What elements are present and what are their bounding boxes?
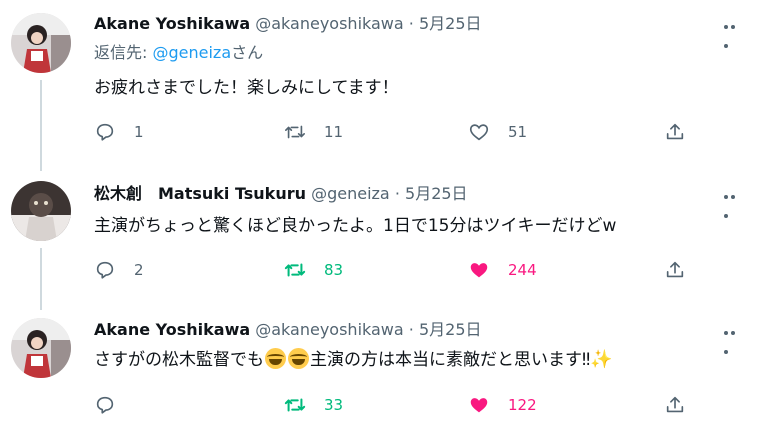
reply-icon [96, 396, 114, 414]
tweet-date[interactable]: 5月25日 [405, 184, 468, 203]
reply-count: 1 [134, 123, 144, 141]
share-button[interactable] [664, 119, 686, 145]
reply-mention-link[interactable]: @geneiza [152, 43, 231, 62]
thread-line [40, 80, 42, 160]
separator-dot: · [408, 320, 414, 339]
like-icon [469, 124, 489, 141]
tweet[interactable]: Akane Yoshikawa @akaneyoshikawa · 5月25日 … [0, 310, 762, 426]
emoji-joy-icon [265, 348, 286, 369]
avatar[interactable] [11, 13, 71, 73]
more-icon[interactable] [722, 186, 742, 218]
share-button[interactable] [664, 257, 686, 283]
like-count: 244 [508, 261, 537, 279]
tweet-actions: 33 122 [94, 392, 694, 418]
retweet-button[interactable]: 83 [284, 257, 343, 283]
like-button[interactable]: 51 [468, 119, 527, 145]
tweet[interactable]: 松木創 Matsuki Tsukuru @geneiza · 5月25日 主演が… [0, 160, 762, 310]
like-button[interactable]: 244 [468, 257, 537, 283]
separator-dot: · [408, 14, 414, 33]
share-icon [666, 123, 684, 140]
display-name[interactable]: Akane Yoshikawa [94, 14, 250, 33]
thread-line [40, 160, 42, 171]
retweet-count: 11 [324, 123, 344, 141]
like-button[interactable]: 122 [468, 392, 537, 418]
like-count: 122 [508, 396, 537, 414]
more-icon[interactable] [722, 322, 742, 354]
reply-button[interactable] [94, 392, 134, 418]
reply-to-label: 返信先: [94, 43, 153, 62]
retweet-icon [284, 263, 306, 277]
reply-count: 2 [134, 261, 144, 279]
retweet-count: 83 [324, 261, 344, 279]
display-name[interactable]: 松木創 Matsuki Tsukuru [94, 184, 306, 203]
tweet-actions: 1 11 51 [94, 119, 694, 145]
separator-dot: · [394, 184, 400, 203]
avatar[interactable] [11, 318, 71, 378]
user-handle[interactable]: @akaneyoshikawa [255, 320, 403, 339]
like-icon [470, 263, 488, 278]
retweet-button[interactable]: 33 [284, 392, 343, 418]
reply-to-line: 返信先: @geneizaさん [94, 42, 263, 64]
user-handle[interactable]: @geneiza [311, 184, 390, 203]
share-icon [666, 261, 684, 278]
reply-icon [96, 261, 114, 279]
user-handle[interactable]: @akaneyoshikawa [255, 14, 403, 33]
retweet-icon [285, 125, 305, 139]
tweet-date[interactable]: 5月25日 [419, 320, 482, 339]
emoji-joy-icon [288, 348, 309, 369]
like-icon [470, 398, 488, 413]
avatar[interactable] [11, 181, 71, 241]
display-name[interactable]: Akane Yoshikawa [94, 320, 250, 339]
thread-line [40, 248, 42, 310]
like-count: 51 [508, 123, 528, 141]
share-icon [666, 396, 684, 413]
tweet-header: 松木創 Matsuki Tsukuru @geneiza · 5月25日 [94, 183, 468, 205]
tweet-date[interactable]: 5月25日 [419, 14, 482, 33]
reply-to-suffix: さん [231, 43, 264, 62]
reply-icon [96, 123, 114, 141]
tweet-header: Akane Yoshikawa @akaneyoshikawa · 5月25日 [94, 13, 482, 35]
reply-button[interactable]: 1 [94, 119, 144, 145]
tweet-text-part: さすがの松木監督でも [94, 350, 264, 370]
retweet-count: 33 [324, 396, 344, 414]
share-button[interactable] [664, 392, 686, 418]
tweet-text: お疲れさまでした！楽しみにしてます！ [94, 78, 399, 98]
tweet-text: 主演がちょっと驚くほど良かったよ。1日で15分はツイキーだけどw [94, 216, 617, 236]
reply-button[interactable]: 2 [94, 257, 144, 283]
tweet-text: さすがの松木監督でも 主演の方は本当に素敵だと思います‼✨ [94, 348, 613, 372]
retweet-button[interactable]: 11 [284, 119, 343, 145]
tweet[interactable]: Akane Yoshikawa @akaneyoshikawa · 5月25日 … [0, 0, 762, 160]
more-icon[interactable] [722, 16, 742, 48]
tweet-actions: 2 83 244 [94, 257, 694, 283]
tweet-header: Akane Yoshikawa @akaneyoshikawa · 5月25日 [94, 319, 482, 341]
tweet-text-part: 主演の方は本当に素敵だと思います‼ [310, 350, 591, 370]
retweet-icon [284, 398, 306, 412]
sparkles-icon: ✨ [590, 349, 613, 370]
